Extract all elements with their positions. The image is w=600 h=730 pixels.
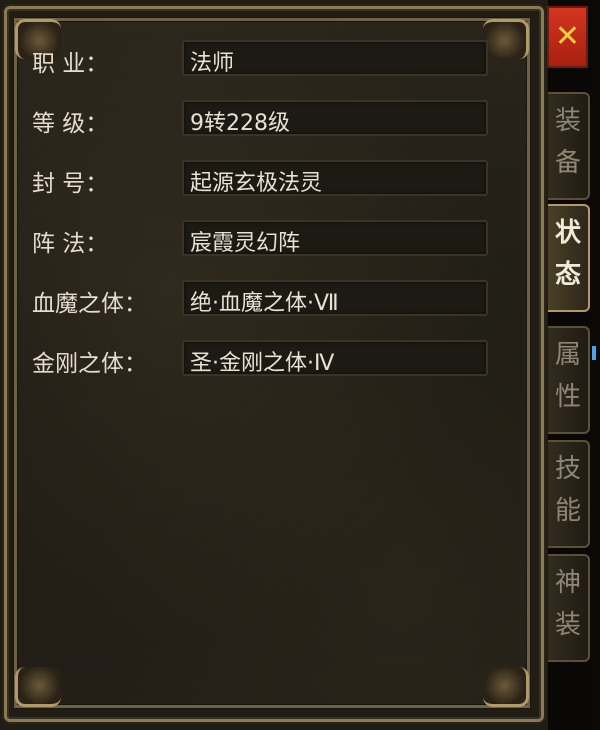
stat-value-box: 起源玄极法灵 xyxy=(182,160,488,196)
tab-label: 技 xyxy=(554,454,581,484)
tab-divine-gear[interactable]: 神 装 xyxy=(548,554,590,662)
tab-label: 能 xyxy=(554,496,581,526)
stat-value: 圣·金刚之体·Ⅳ xyxy=(190,351,335,376)
stat-row-profession: 职 业： 法师 xyxy=(32,40,492,77)
stat-row-level: 等 级： 9转228级 xyxy=(32,100,492,137)
stat-value-box: 9转228级 xyxy=(182,100,488,136)
tab-skills[interactable]: 技 能 xyxy=(548,440,590,548)
stat-label: 阵 法： xyxy=(32,231,109,257)
stat-value: 9转228级 xyxy=(190,111,290,136)
tab-equipment[interactable]: 装 备 xyxy=(548,92,590,200)
stat-value-box: 绝·血魔之体·Ⅶ xyxy=(182,280,488,316)
tab-label: 性 xyxy=(554,382,581,412)
tab-status[interactable]: 状 态 xyxy=(548,204,590,312)
stat-label: 职 业： xyxy=(32,51,109,77)
tab-attributes[interactable]: 属 性 xyxy=(548,326,590,434)
tab-label: 状 xyxy=(554,218,581,248)
tab-label: 属 xyxy=(554,340,581,370)
tab-label: 装 xyxy=(554,106,581,136)
stat-label: 血魔之体： xyxy=(32,291,147,317)
stat-value: 法师 xyxy=(190,51,235,76)
background-edge-mark xyxy=(592,346,596,360)
close-icon: ✕ xyxy=(554,19,581,54)
stat-row-diamond-body: 金刚之体： 圣·金刚之体·Ⅳ xyxy=(32,340,492,377)
stat-label: 封 号： xyxy=(32,171,109,197)
background-edge xyxy=(590,0,600,730)
stat-row-blood-demon-body: 血魔之体： 绝·血魔之体·Ⅶ xyxy=(32,280,492,317)
stat-label: 等 级： xyxy=(32,111,109,137)
stat-value: 宸霞灵幻阵 xyxy=(190,231,301,256)
stat-value-box: 法师 xyxy=(182,40,488,76)
character-status-panel: 职 业： 法师 等 级： 9转228级 封 号： 起源玄极法灵 阵 法： 宸霞灵… xyxy=(0,0,548,730)
stat-label: 金刚之体： xyxy=(32,351,147,377)
stat-row-formation: 阵 法： 宸霞灵幻阵 xyxy=(32,220,492,257)
frame-corner-ornament xyxy=(483,667,529,707)
stat-value-box: 圣·金刚之体·Ⅳ xyxy=(182,340,488,376)
tab-label: 备 xyxy=(554,148,581,178)
frame-corner-ornament xyxy=(15,667,61,707)
stat-value-box: 宸霞灵幻阵 xyxy=(182,220,488,256)
stat-value: 起源玄极法灵 xyxy=(190,171,323,196)
stat-row-title: 封 号： 起源玄极法灵 xyxy=(32,160,492,197)
close-button[interactable]: ✕ xyxy=(547,6,588,68)
stat-value: 绝·血魔之体·Ⅶ xyxy=(190,291,339,316)
tab-label: 态 xyxy=(554,260,581,290)
tab-label: 装 xyxy=(554,610,581,640)
tab-label: 神 xyxy=(554,568,581,598)
